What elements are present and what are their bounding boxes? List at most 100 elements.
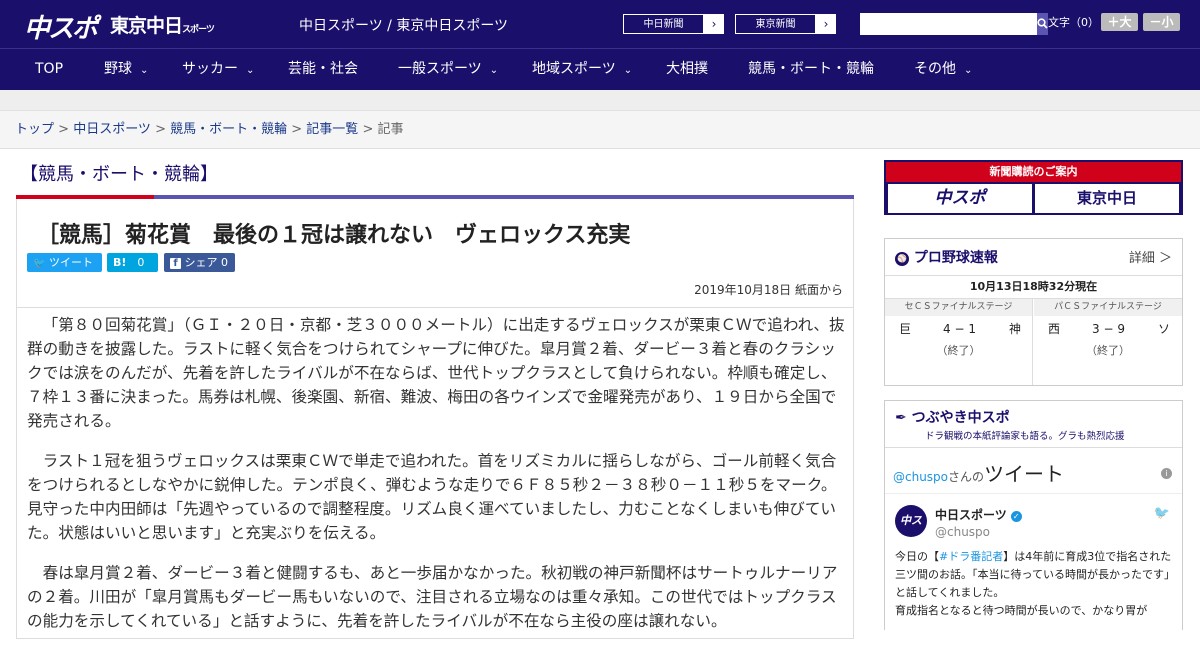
nav-item-local-sports[interactable]: 地域スポーツ ⌄ [532,49,632,91]
chunichi-shimbun-button[interactable]: 中日新聞 › [622,13,725,35]
nav-item-entertainment[interactable]: 芸能・社会 [288,49,358,91]
nav-label: その他 [914,61,956,77]
facebook-label: シェア [184,256,218,269]
nav-label: 競馬・ボート・競輪 [748,61,874,77]
top-header: 中スポ 東京中日スポーツ 中日スポーツ / 東京中日スポーツ 中日新聞 › 東京… [0,0,1200,48]
timeline-heading: ツイート [984,462,1065,486]
away-team: ソ [1158,322,1171,336]
twitter-bird-icon[interactable]: 🐦 [1154,506,1170,521]
tokyo-shimbun-label: 東京新聞 [735,14,816,34]
chevron-right-icon: › [711,17,717,31]
nav-label: 野球 [104,61,132,77]
breadcrumb-link-keiba[interactable]: 競馬・ボート・競輪 [170,122,287,137]
timeline-handle-suffix: さんの [948,470,985,484]
account-handle[interactable]: @chuspo [935,525,990,539]
baseball-detail-link[interactable]: 詳細 ＞ [1129,247,1172,266]
twitter-box-title-text: つぶやき中スポ [911,410,1010,426]
nav-label: 地域スポーツ [532,61,616,77]
search-button[interactable] [1037,13,1048,35]
breadcrumb: トップ > 中日スポーツ > 競馬・ボート・競輪 > 記事一覧 > 記事 [0,110,1200,149]
chevron-down-icon: ⌄ [964,65,973,76]
game-card[interactable]: セＣＳファイナルステージ 巨 4 − 1 神 （終了） [885,299,1033,385]
font-smaller-button[interactable]: －小 [1143,13,1180,31]
breadcrumb-separator: > [54,122,74,137]
article-date: 2019年10月18日 紙面から [694,283,843,297]
chevron-down-icon: ⌄ [489,65,499,76]
chuspo-logo[interactable]: 中スポ [24,8,98,45]
game-status: （終了） [1086,344,1130,357]
timeline-header: @chuspoさんのツイート [893,458,1064,487]
breadcrumb-separator: > [358,122,378,137]
subscription-banner[interactable]: 新聞購読のご案内 中スポ 東京中日 [884,160,1183,215]
article: ［競馬］菊花賞 最後の１冠は譲れない ヴェロックス充実 🐦 ツイート B! 0 … [16,199,854,639]
tweet-hashtag[interactable]: #ドラ番記者 [939,550,1003,563]
font-larger-button[interactable]: ＋大 [1101,13,1138,31]
tweet-body-continued: 育成指名となると待つ時間が長いので、かなり胃が [895,604,1148,617]
pen-icon: ✒ [895,410,907,426]
hatena-bookmark-button[interactable]: B! 0 [107,253,158,272]
nav-label: 一般スポーツ [398,61,482,77]
chunichi-shimbun-label: 中日新聞 [623,14,704,34]
away-team: 神 [1009,322,1022,336]
account-name[interactable]: 中日スポーツ ✓ [935,506,1022,523]
tokyo-shimbun-button[interactable]: 東京新聞 › [734,13,837,35]
nav-item-general-sports[interactable]: 一般スポーツ ⌄ [398,49,498,91]
facebook-share-button[interactable]: f シェア 0 [164,253,235,272]
nav-label: サッカー [182,61,238,77]
breadcrumb-link-article-list[interactable]: 記事一覧 [306,122,358,137]
home-team: 西 [1048,322,1061,336]
chevron-right-icon: › [823,17,829,31]
hatena-count: 0 [137,256,145,269]
subscription-tokyo-chunichi[interactable]: 東京中日 [1035,184,1179,213]
account-name-text: 中日スポーツ [935,508,1007,522]
breadcrumb-separator: > [287,122,307,137]
baseball-icon: ⚾ [895,252,909,266]
nav-item-top[interactable]: TOP [35,49,63,91]
nav-item-keiba[interactable]: 競馬・ボート・競輪 [748,49,874,91]
article-paragraph: 春は皐月賞２着、ダービー３着と健闘するも、あと一歩届かなかった。秋初戦の神戸新聞… [27,564,838,630]
nav-item-soccer[interactable]: サッカー ⌄ [182,49,254,91]
subscription-chuspo[interactable]: 中スポ [888,184,1032,213]
baseball-scores-title: ⚾ プロ野球速報 [895,247,998,267]
timeline-divider [885,493,1182,494]
article-headline: ［競馬］菊花賞 最後の１冠は譲れない ヴェロックス充実 [37,223,631,248]
nav-item-other[interactable]: その他 ⌄ [914,49,972,91]
game-stage: セＣＳファイナルステージ [885,299,1032,316]
subscription-title: 新聞購読のご案内 [886,162,1181,182]
game-status: （終了） [936,344,981,357]
breadcrumb-current: 記事 [377,122,404,137]
timeline-handle-link[interactable]: @chuspo [893,470,948,484]
twitter-bird-icon: 🐦 [33,258,46,269]
ad-strip [0,90,1200,110]
game-stage: パＣＳファイナルステージ [1034,299,1182,316]
twitter-box-title: ✒ つぶやき中スポ [895,407,1010,427]
pro-baseball-scores: ⚾ プロ野球速報 詳細 ＞ 10月13日18時32分現在 セＣＳファイナルステー… [884,238,1183,386]
baseball-title-text: プロ野球速報 [913,250,998,266]
article-paragraph: ラスト１冠を狙うヴェロックスは栗東ＣＷで単走で追われた。首をリズミカルに揺らしな… [27,452,837,542]
tweet-button[interactable]: 🐦 ツイート [27,253,102,272]
breadcrumb-link-top[interactable]: トップ [15,122,54,137]
nav-item-baseball[interactable]: 野球 ⌄ [104,49,148,91]
search-input[interactable] [860,13,1037,35]
twitter-timeline: @chuspoさんのツイート i 中スポ 中日スポーツ ✓ @chuspo 🐦 今… [885,447,1182,631]
facebook-count: 0 [221,256,228,269]
hatena-icon: B! [113,256,127,269]
tokyo-logo-text: 東京中日 [110,15,183,37]
search-box [860,13,1048,35]
twitter-widget-box: ✒ つぶやき中スポ ドラ観戦の本紙評論家も語る。グラも熱烈応援 @chuspoさ… [884,400,1183,631]
section-title: 【競馬・ボート・競輪】 [20,164,218,185]
nav-item-sumo[interactable]: 大相撲 [666,49,708,91]
chevron-down-icon: ⌄ [140,65,149,76]
article-paragraph: 「第８０回菊花賞」（ＧＩ・２０日・京都・芝３０００メートル）に出走するヴェロック… [27,316,845,430]
nav-label: 大相撲 [666,61,708,77]
site-name[interactable]: 中日スポーツ / 東京中日スポーツ [299,15,508,35]
breadcrumb-separator: > [150,122,171,137]
breadcrumb-link-chunichi-sports[interactable]: 中日スポーツ [73,122,151,137]
chevron-down-icon: ⌄ [623,65,633,76]
tokyo-chunichi-logo[interactable]: 東京中日スポーツ [110,11,215,38]
avatar[interactable]: 中スポ [895,505,927,559]
game-card[interactable]: パＣＳファイナルステージ 西 3 − 9 ソ （終了） [1034,299,1182,385]
info-icon[interactable]: i [1161,468,1172,479]
search-icon [1037,18,1048,29]
facebook-icon: f [170,258,181,269]
